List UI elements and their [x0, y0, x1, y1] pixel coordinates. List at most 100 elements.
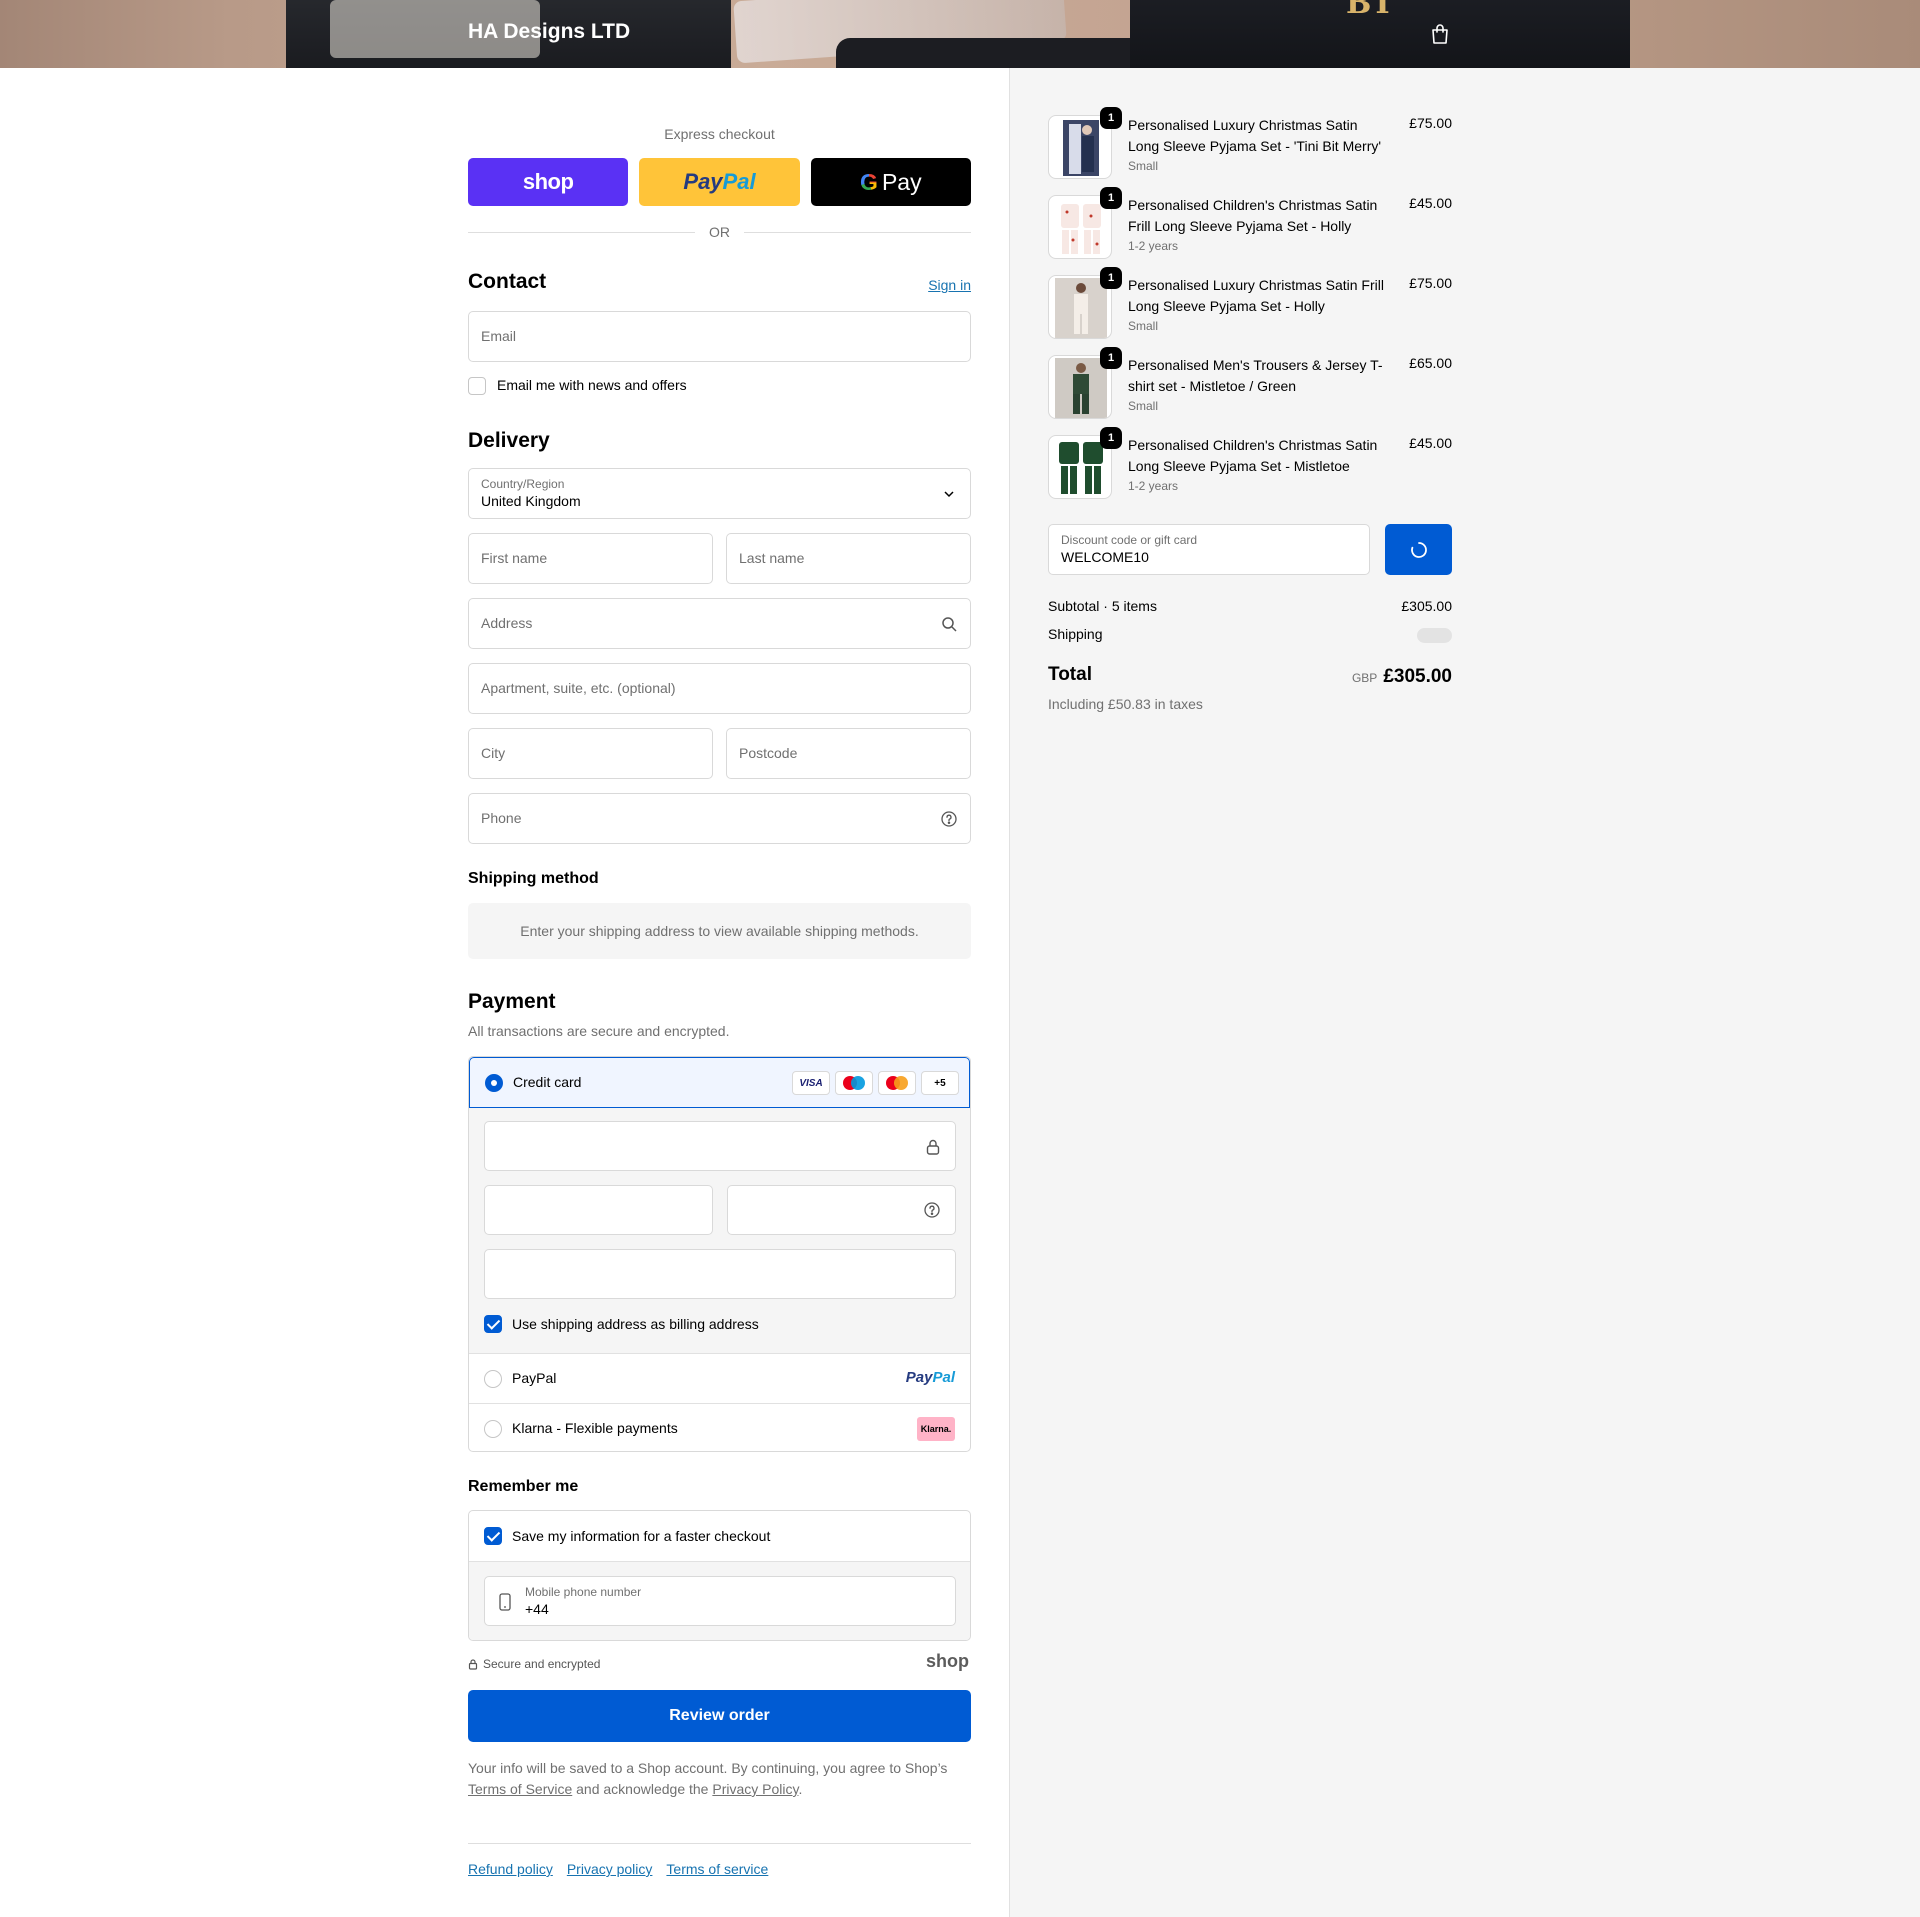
quantity-badge: 1	[1100, 347, 1122, 369]
product-name: Personalised Men's Trousers & Jersey T-s…	[1128, 357, 1383, 394]
city-field[interactable]: City	[468, 728, 713, 779]
terms-of-service-link[interactable]: Terms of service	[666, 1861, 768, 1877]
secure-note: Secure and encrypted	[468, 1657, 600, 1671]
paypal-button[interactable]: Pay Pal	[639, 158, 800, 206]
currency-code: GBP	[1351, 671, 1378, 685]
apartment-field[interactable]: Apartment, suite, etc. (optional)	[468, 663, 971, 714]
quantity-badge: 1	[1100, 427, 1122, 449]
visa-icon: VISA	[792, 1071, 830, 1095]
help-circle-icon[interactable]	[923, 1201, 941, 1219]
mobile-phone-area: Mobile phone number +44	[469, 1561, 970, 1640]
news-checkbox[interactable]	[468, 377, 486, 395]
phone-field[interactable]: Phone	[468, 793, 971, 844]
mobile-phone-icon	[499, 1593, 511, 1611]
help-circle-icon[interactable]	[940, 810, 958, 828]
subtotal-label: Subtotal · 5 items	[1048, 598, 1157, 614]
privacy-policy-link[interactable]: Privacy policy	[567, 1861, 653, 1877]
paypal-logo-a: Pay	[905, 1369, 933, 1386]
subtotal-value: £305.00	[1401, 598, 1452, 614]
or-divider: OR	[468, 224, 971, 240]
discount-label: Discount code or gift card	[1061, 533, 1198, 547]
maestro-icon	[835, 1071, 873, 1095]
security-code-field[interactable]	[727, 1185, 956, 1235]
shop-privacy-link[interactable]: Privacy Policy	[712, 1781, 798, 1797]
or-label: OR	[709, 224, 730, 240]
footer-divider	[468, 1843, 971, 1844]
secure-label: Secure and encrypted	[483, 1657, 601, 1671]
klarna-logo: Klarna.	[917, 1417, 955, 1441]
klarna-option[interactable]: Klarna - Flexible payments Klarna.	[469, 1403, 970, 1451]
paypal-logo-b: Pal	[932, 1369, 955, 1386]
last-name-field[interactable]: Last name	[726, 533, 971, 584]
chevron-down-icon	[944, 491, 954, 498]
refund-policy-link[interactable]: Refund policy	[468, 1861, 553, 1877]
product-name: Personalised Luxury Christmas Satin Long…	[1128, 117, 1382, 154]
total-value: £305.00	[1383, 666, 1452, 687]
mobile-phone-field[interactable]: Mobile phone number +44	[484, 1576, 956, 1626]
product-price: £45.00	[1409, 195, 1452, 211]
shop-pay-button[interactable]: shop	[468, 158, 629, 206]
contact-heading: Contact	[468, 270, 547, 293]
remember-me-box: Save my information for a faster checkou…	[468, 1510, 971, 1641]
paypal-option[interactable]: PayPal PayPal	[469, 1353, 970, 1403]
first-name-field[interactable]: First name	[468, 533, 713, 584]
shipping-method-heading: Shipping method	[468, 870, 599, 887]
shop-terms-link[interactable]: Terms of Service	[468, 1781, 572, 1797]
card-details: Use shipping address as billing address	[469, 1108, 970, 1353]
city-placeholder: City	[481, 745, 506, 761]
credit-card-option[interactable]: Credit card VISA +5	[469, 1057, 970, 1108]
paypal-label-b: Pal	[722, 169, 756, 194]
country-select[interactable]: Country/Region United Kingdom	[468, 468, 971, 519]
legal-text-c: .	[798, 1781, 803, 1797]
express-buttons: shop Pay Pal G Pay	[468, 158, 971, 206]
save-info-checkbox[interactable]	[484, 1527, 502, 1545]
total-row: Total GBP £305.00	[1048, 664, 1452, 694]
mobile-phone-label: Mobile phone number	[525, 1585, 642, 1599]
klarna-radio[interactable]	[484, 1420, 502, 1438]
credit-card-label: Credit card	[513, 1074, 582, 1090]
expiry-field[interactable]	[484, 1185, 713, 1235]
total-amount: GBP £305.00	[1352, 666, 1452, 688]
email-placeholder: Email	[481, 328, 517, 344]
cart-item: 1 Personalised Children's Christmas Sati…	[1048, 187, 1452, 261]
taxes-note: Including £50.83 in taxes	[1048, 696, 1203, 712]
apply-discount-button[interactable]	[1385, 524, 1452, 575]
product-price: £75.00	[1409, 115, 1452, 131]
paypal-option-label: PayPal	[512, 1370, 557, 1386]
address-placeholder: Address	[481, 615, 533, 631]
save-info-label: Save my information for a faster checkou…	[512, 1528, 771, 1544]
google-g-icon: G	[860, 168, 878, 195]
store-name[interactable]: HA Designs LTD	[468, 20, 630, 44]
paypal-radio[interactable]	[484, 1370, 502, 1388]
google-pay-label: Pay	[881, 168, 922, 195]
credit-card-radio[interactable]	[485, 1074, 503, 1092]
quantity-badge: 1	[1100, 187, 1122, 209]
name-on-card-field[interactable]	[484, 1249, 956, 1299]
product-variant: Small	[1128, 159, 1159, 173]
review-order-button[interactable]: Review order	[468, 1690, 971, 1742]
product-name: Personalised Children's Christmas Satin …	[1128, 197, 1378, 234]
sign-in-link[interactable]: Sign in	[928, 277, 971, 293]
shop-pay-label: shop	[522, 169, 574, 194]
google-pay-button[interactable]: G Pay	[810, 158, 971, 206]
product-variant: Small	[1128, 319, 1159, 333]
card-number-field[interactable]	[484, 1121, 956, 1171]
shipping-method-info: Enter your shipping address to view avai…	[468, 903, 971, 959]
email-field[interactable]: Email	[468, 311, 971, 362]
country-label: Country/Region	[481, 477, 565, 491]
product-name: Personalised Children's Christmas Satin …	[1128, 437, 1378, 474]
address-field[interactable]: Address	[468, 598, 971, 649]
billing-address-checkbox[interactable]	[484, 1315, 502, 1333]
cart-item: 1 Personalised Luxury Christmas Satin Fr…	[1048, 267, 1452, 341]
legal-text: Your info will be saved to a Shop accoun…	[468, 1758, 971, 1800]
save-info-row[interactable]: Save my information for a faster checkou…	[469, 1511, 970, 1561]
discount-field[interactable]: Discount code or gift card WELCOME10	[1048, 524, 1370, 575]
product-variant: Small	[1128, 399, 1159, 413]
legal-text-a: Your info will be saved to a Shop accoun…	[468, 1760, 948, 1776]
shopping-bag-icon[interactable]	[1428, 22, 1452, 46]
postcode-field[interactable]: Postcode	[726, 728, 971, 779]
product-variant: 1-2 years	[1128, 239, 1179, 253]
product-name: Personalised Luxury Christmas Satin Fril…	[1128, 277, 1384, 314]
shipping-row: Shipping	[1048, 626, 1452, 643]
mobile-phone-value: +44	[525, 1601, 549, 1617]
